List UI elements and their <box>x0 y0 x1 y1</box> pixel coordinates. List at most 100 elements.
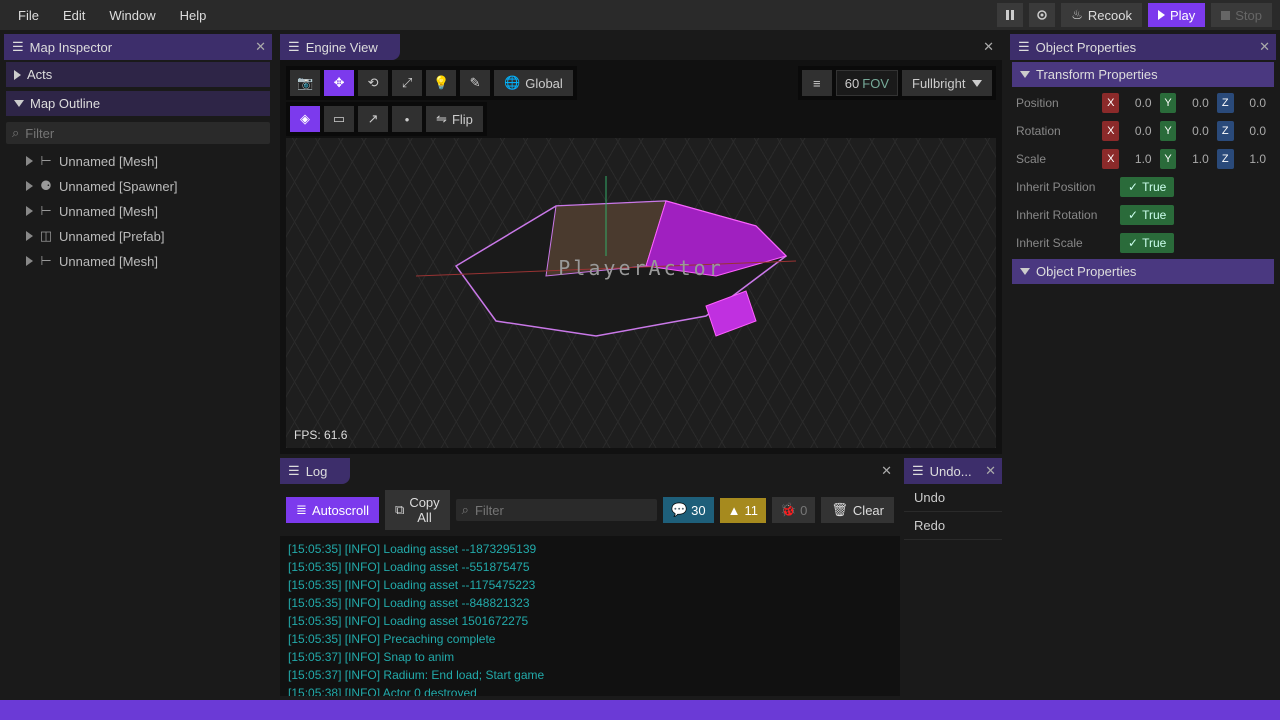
outline-item[interactable]: ⊢Unnamed [Mesh] <box>6 149 270 173</box>
inherit-position-toggle[interactable]: ✓True <box>1120 177 1174 197</box>
outline-item[interactable]: ◫Unnamed [Prefab] <box>6 224 270 248</box>
log-line: [15:05:35] [INFO] Loading asset --551875… <box>288 558 892 576</box>
menu-window[interactable]: Window <box>99 4 165 27</box>
view-menu[interactable]: ≡ <box>802 70 832 96</box>
scroll-icon: ≣ <box>296 502 307 518</box>
scale-tool[interactable]: ⤢ <box>392 70 422 96</box>
check-icon: ✓ <box>1128 208 1138 222</box>
log-filter-input[interactable] <box>475 503 651 518</box>
type-icon: ⊢ <box>39 253 53 269</box>
check-icon: ✓ <box>1128 180 1138 194</box>
rotation-z[interactable]: 0.0 <box>1238 121 1270 141</box>
select-mode-4[interactable]: • <box>392 106 422 132</box>
recook-button[interactable]: ♨ Recook <box>1061 3 1142 27</box>
warn-count-badge[interactable]: ▲ 11 <box>720 498 766 523</box>
position-z[interactable]: 0.0 <box>1238 93 1270 113</box>
rotate-tool[interactable]: ⟲ <box>358 70 388 96</box>
bug-icon: 🐞 <box>780 502 796 518</box>
log-filter[interactable]: ⌕ <box>456 499 657 521</box>
outline-item[interactable]: ⊢Unnamed [Mesh] <box>6 249 270 273</box>
map-inspector-panel: ☰ Map Inspector ✕ Acts Map Outline ⌕ ⊢Un… <box>0 30 276 700</box>
error-count-badge[interactable]: 🐞 0 <box>772 497 815 523</box>
menu-help[interactable]: Help <box>170 4 217 27</box>
outline-item[interactable]: ⊢Unnamed [Mesh] <box>6 199 270 223</box>
search-icon: ⌕ <box>12 125 19 141</box>
check-icon: ✓ <box>1128 236 1138 250</box>
log-output[interactable]: [15:05:35] [INFO] Loading asset --187329… <box>280 536 900 696</box>
copy-all-button[interactable]: ⧉ Copy All <box>385 490 450 530</box>
map-inspector-title: ☰ Map Inspector ✕ <box>4 34 272 60</box>
menu-edit[interactable]: Edit <box>53 4 95 27</box>
clear-button[interactable]: 🗑 Clear <box>821 497 894 523</box>
chevron-down-icon <box>1020 71 1030 78</box>
scale-y[interactable]: 1.0 <box>1180 149 1212 169</box>
log-line: [15:05:35] [INFO] Loading asset --117547… <box>288 576 892 594</box>
position-x[interactable]: 0.0 <box>1123 93 1155 113</box>
pause-button[interactable] <box>997 3 1023 27</box>
player-actor-label: PlayerActor <box>558 256 723 280</box>
rotation-y[interactable]: 0.0 <box>1180 121 1212 141</box>
info-count-badge[interactable]: 💬 30 <box>663 497 714 523</box>
info-icon: 💬 <box>671 502 687 518</box>
inherit-scale-toggle[interactable]: ✓True <box>1120 233 1174 253</box>
inherit-rotation-row: Inherit Rotation ✓True <box>1010 201 1276 229</box>
rotation-x[interactable]: 0.0 <box>1123 121 1155 141</box>
close-icon[interactable]: ✕ <box>873 458 900 484</box>
play-button[interactable]: Play <box>1148 3 1205 27</box>
select-mode-3[interactable]: ↗ <box>358 106 388 132</box>
fov-input[interactable]: 60 FOV <box>836 70 898 96</box>
light-tool[interactable]: 💡 <box>426 70 456 96</box>
scale-z[interactable]: 1.0 <box>1238 149 1270 169</box>
log-line: [15:05:35] [INFO] Precaching complete <box>288 630 892 648</box>
autoscroll-button[interactable]: ≣ Autoscroll <box>286 497 379 523</box>
close-icon[interactable]: ✕ <box>975 34 1002 60</box>
edit-tool[interactable]: ✎ <box>460 70 490 96</box>
close-icon[interactable]: ✕ <box>985 463 996 479</box>
viewport-3d[interactable]: PlayerActor FPS: 61.6 <box>286 138 996 448</box>
log-title: ☰ Log <box>280 458 350 484</box>
record-button[interactable] <box>1029 3 1055 27</box>
select-mode-1[interactable]: ◈ <box>290 106 320 132</box>
axis-y-label: Y <box>1160 93 1177 113</box>
acts-section[interactable]: Acts <box>6 62 270 87</box>
outline-filter[interactable]: ⌕ <box>6 122 270 144</box>
warning-icon: ▲ <box>728 503 741 518</box>
stop-button[interactable]: Stop <box>1211 3 1272 27</box>
close-icon[interactable]: ✕ <box>255 39 266 55</box>
properties-panel: ☰ Object Properties ✕ Transform Properti… <box>1006 30 1280 700</box>
outline-item[interactable]: ⚈Unnamed [Spawner] <box>6 174 270 198</box>
rotation-row: Rotation X0.0 Y0.0 Z0.0 <box>1010 117 1276 145</box>
log-line: [15:05:37] [INFO] Radium: End load; Star… <box>288 666 892 684</box>
flip-button[interactable]: ⇋ Flip <box>426 106 483 132</box>
globe-icon: 🌐 <box>504 75 520 91</box>
panel-icon: ☰ <box>288 463 300 479</box>
select-mode-2[interactable]: ▭ <box>324 106 354 132</box>
inherit-rotation-toggle[interactable]: ✓True <box>1120 205 1174 225</box>
close-icon[interactable]: ✕ <box>1259 39 1270 55</box>
camera-tool[interactable]: 📷 <box>290 70 320 96</box>
status-bar <box>0 700 1280 720</box>
scale-x[interactable]: 1.0 <box>1123 149 1155 169</box>
trash-icon: 🗑 <box>831 502 848 518</box>
outline-section[interactable]: Map Outline <box>6 91 270 116</box>
chevron-right-icon <box>26 206 33 216</box>
undo-item[interactable]: Undo <box>904 484 1002 512</box>
object-props-section[interactable]: Object Properties <box>1012 259 1274 284</box>
item-label: Unnamed [Prefab] <box>59 229 165 244</box>
chevron-down-icon <box>972 80 982 87</box>
fps-counter: FPS: 61.6 <box>294 428 347 442</box>
filter-input[interactable] <box>25 126 264 141</box>
transform-section[interactable]: Transform Properties <box>1012 62 1274 87</box>
undo-title: ☰ Undo... ✕ <box>904 458 1002 484</box>
menu-file[interactable]: File <box>8 4 49 27</box>
move-tool[interactable]: ✥ <box>324 70 354 96</box>
inherit-scale-row: Inherit Scale ✓True <box>1010 229 1276 257</box>
play-icon <box>1158 10 1165 20</box>
properties-title: ☰ Object Properties ✕ <box>1010 34 1276 60</box>
global-toggle[interactable]: 🌐 Global <box>494 70 573 96</box>
redo-item[interactable]: Redo <box>904 512 1002 540</box>
chevron-right-icon <box>26 156 33 166</box>
chevron-right-icon <box>26 256 33 266</box>
render-mode-select[interactable]: Fullbright <box>902 70 992 96</box>
position-y[interactable]: 0.0 <box>1180 93 1212 113</box>
